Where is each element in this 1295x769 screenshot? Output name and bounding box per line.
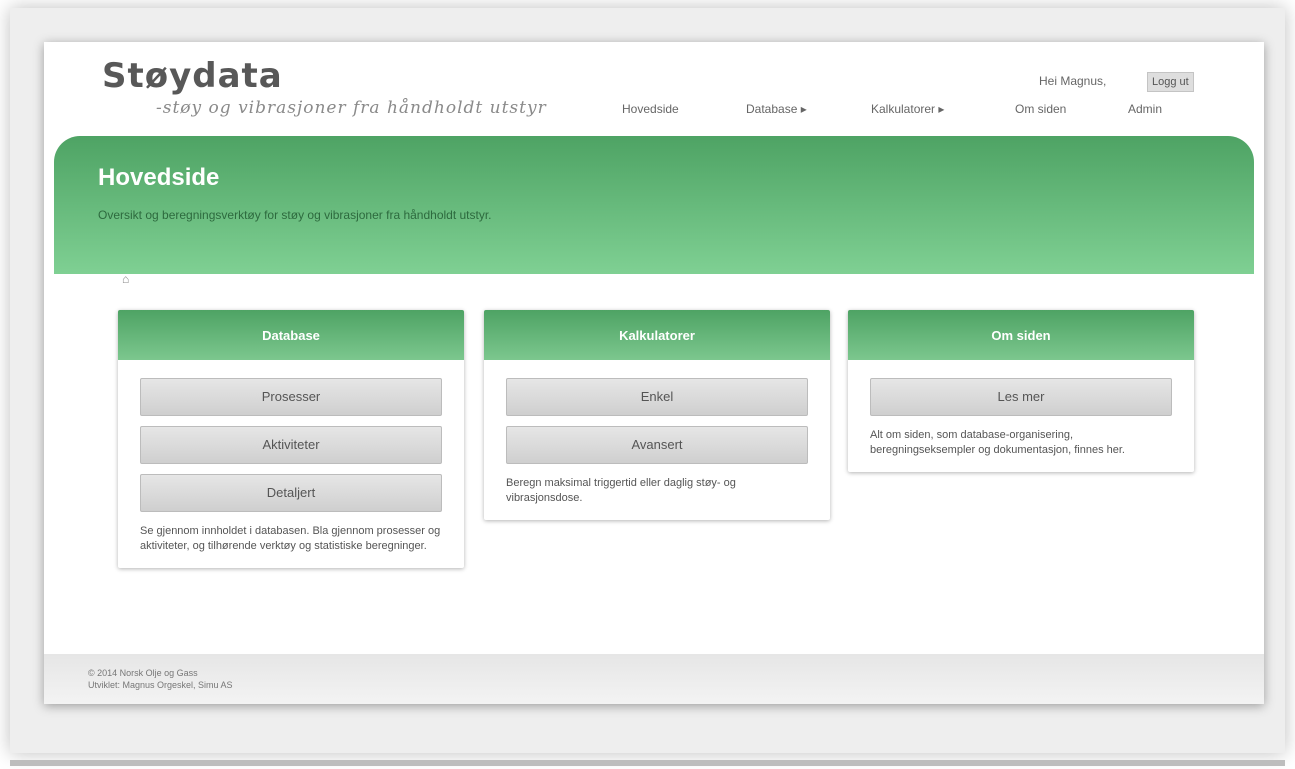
card-description: Alt om siden, som database-organisering,… xyxy=(870,429,1125,456)
nav-item-database[interactable]: Database ▸ xyxy=(746,102,807,116)
prosesser-button[interactable]: Prosesser xyxy=(140,378,442,416)
page-title: Hovedside xyxy=(98,164,220,191)
card-kalkulatorer: Kalkulatorer Enkel Avansert Beregn maksi… xyxy=(484,310,830,520)
nav-item-hovedside[interactable]: Hovedside xyxy=(622,102,679,116)
enkel-button[interactable]: Enkel xyxy=(506,378,808,416)
nav-item-admin[interactable]: Admin xyxy=(1128,102,1162,116)
detaljert-button[interactable]: Detaljert xyxy=(140,474,442,512)
page-subtitle: Oversikt og beregningsverktøy for støy o… xyxy=(98,208,492,222)
card-title: Om siden xyxy=(848,310,1194,360)
site-logo-subtitle: -støy og vibrasjoner fra håndholdt utsty… xyxy=(156,98,547,118)
card-description: Se gjennom innholdet i databasen. Bla gj… xyxy=(140,525,441,552)
card-title: Kalkulatorer xyxy=(484,310,830,360)
footer-credits: Utviklet: Magnus Orgeskel, Simu AS xyxy=(88,680,233,690)
page-container: Støydata -støy og vibrasjoner fra håndho… xyxy=(44,42,1264,704)
card-database: Database Prosesser Aktiviteter Detaljert… xyxy=(118,310,464,568)
card-om-siden: Om siden Les mer Alt om siden, som datab… xyxy=(848,310,1194,472)
aktiviteter-button[interactable]: Aktiviteter xyxy=(140,426,442,464)
site-logo-title[interactable]: Støydata xyxy=(102,56,283,96)
footer-copyright: © 2014 Norsk Olje og Gass xyxy=(88,668,198,678)
logout-button[interactable]: Logg ut xyxy=(1147,72,1194,92)
page-banner: Hovedside Oversikt og beregningsverktøy … xyxy=(54,136,1254,274)
user-greeting: Hei Magnus, xyxy=(1039,74,1107,88)
card-title: Database xyxy=(118,310,464,360)
les-mer-button[interactable]: Les mer xyxy=(870,378,1172,416)
home-icon[interactable]: ⌂ xyxy=(122,272,136,286)
avansert-button[interactable]: Avansert xyxy=(506,426,808,464)
divider xyxy=(10,760,1285,766)
nav-item-kalkulatorer[interactable]: Kalkulatorer ▸ xyxy=(871,102,944,116)
page-footer: © 2014 Norsk Olje og Gass Utviklet: Magn… xyxy=(44,654,1264,704)
card-description: Beregn maksimal triggertid eller daglig … xyxy=(506,477,736,504)
nav-item-om-siden[interactable]: Om siden xyxy=(1015,102,1066,116)
